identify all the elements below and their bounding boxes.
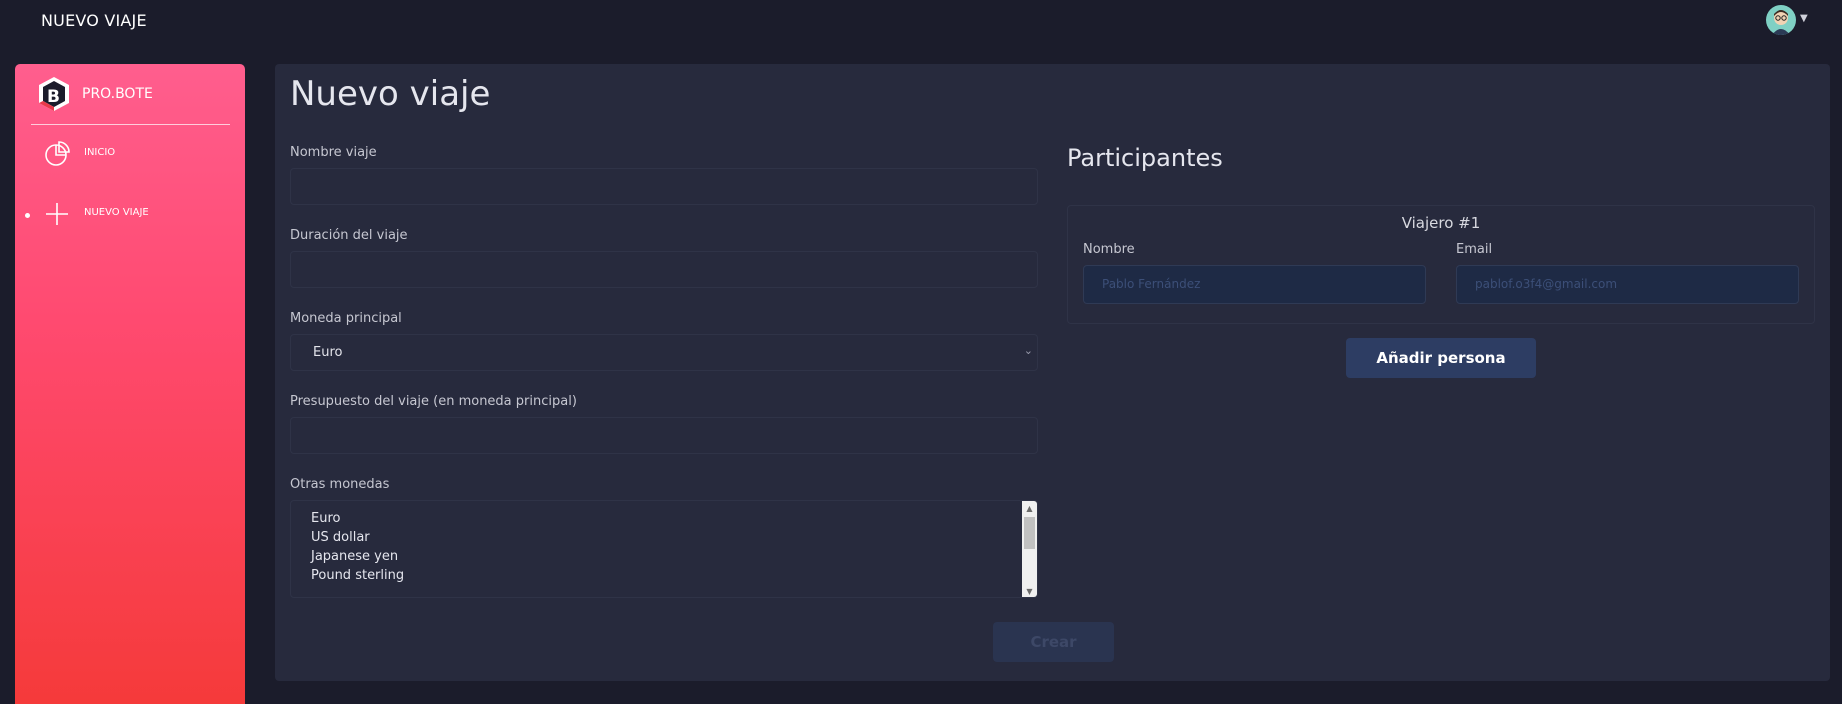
sidebar-item-label: NUEVO VIAJE [84,207,149,218]
other-currencies-label: Otras monedas [290,477,390,492]
budget-label: Presupuesto del viaje (en moneda princip… [290,394,577,409]
trip-name-input[interactable] [290,168,1038,205]
traveler-name-label: Nombre [1083,242,1135,257]
add-person-button[interactable]: Añadir persona [1346,338,1536,378]
main-panel: Nuevo viaje Nombre viaje Duración del vi… [275,64,1830,681]
traveler-email-label: Email [1456,242,1493,257]
chevron-down-icon: ⌄ [1023,344,1033,357]
other-currencies-listbox[interactable]: Euro US dollar Japanese yen Pound sterli… [290,500,1038,598]
currency-option[interactable]: US dollar [311,530,370,545]
trip-name-label: Nombre viaje [290,145,377,160]
scroll-down-icon[interactable]: ▼ [1022,584,1037,597]
user-avatar[interactable] [1766,5,1796,35]
pie-chart-icon [45,141,70,166]
traveler-email-input[interactable]: pablof.o3f4@gmail.com [1456,265,1799,304]
listbox-scrollbar[interactable]: ▲ ▼ [1022,501,1037,597]
main-currency-label: Moneda principal [290,311,402,326]
traveler-title: Viajero #1 [1401,214,1481,232]
currency-option[interactable]: Pound sterling [311,568,404,583]
brand[interactable]: B PRO.BOTE [37,76,237,116]
brand-logo-icon: B [39,77,69,111]
svg-text:B: B [47,87,60,107]
create-button[interactable]: Crear [993,622,1114,662]
participants-title: Participantes [1067,144,1223,172]
top-bar: NUEVO VIAJE ▼ [0,0,1842,44]
currency-option[interactable]: Euro [311,511,340,526]
budget-input[interactable] [290,417,1038,454]
main-currency-value: Euro [313,345,343,360]
active-indicator [25,213,30,218]
traveler-name-input[interactable]: Pablo Fernández [1083,265,1426,304]
traveler-card: Viajero #1 Nombre Pablo Fernández Email … [1067,205,1815,324]
sidebar-item-label: INICIO [84,147,116,158]
sidebar: B PRO.BOTE INICIO NUEVO VIAJE [15,64,245,704]
duration-input[interactable] [290,251,1038,288]
currency-option[interactable]: Japanese yen [311,549,398,564]
avatar-dropdown-icon[interactable]: ▼ [1800,13,1808,24]
sidebar-divider [31,124,230,125]
main-currency-select[interactable]: Euro ⌄ [290,334,1038,371]
page-title: Nuevo viaje [290,74,491,114]
plus-icon [46,203,68,225]
scroll-thumb[interactable] [1024,517,1035,549]
scroll-up-icon[interactable]: ▲ [1022,501,1037,516]
sidebar-item-inicio[interactable]: INICIO [15,136,245,176]
brand-name: PRO.BOTE [82,86,153,102]
sidebar-item-nuevo-viaje[interactable]: NUEVO VIAJE [15,196,245,236]
top-bar-title: NUEVO VIAJE [41,11,147,30]
duration-label: Duración del viaje [290,228,408,243]
